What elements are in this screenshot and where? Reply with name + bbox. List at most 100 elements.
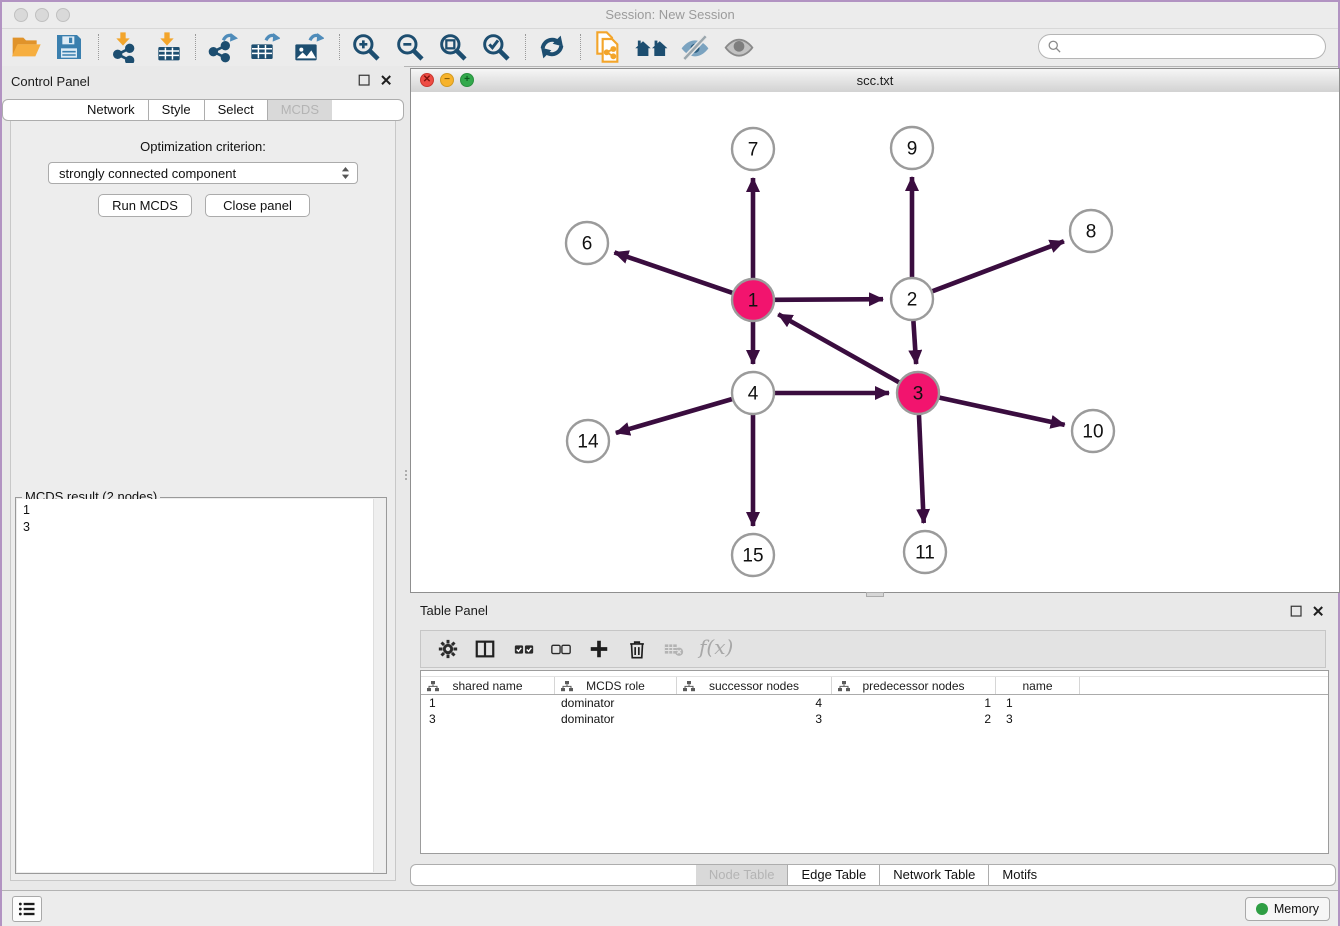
search-input[interactable]: [1067, 38, 1317, 55]
panel-splitter-handle[interactable]: [405, 468, 408, 482]
toolbar-separator: [339, 34, 340, 60]
graph-edge-2-8[interactable]: [933, 241, 1064, 291]
task-history-button[interactable]: [12, 896, 42, 922]
tree-hierarchy-icon: [427, 681, 439, 692]
graph-node-label: 9: [907, 139, 918, 160]
apply-layout-icon[interactable]: [536, 31, 568, 63]
show-panel-eye-icon[interactable]: [723, 31, 755, 63]
network-canvas[interactable]: 7 9 6 8 1 2 4 3 14 10 15 11: [411, 92, 1339, 592]
show-columns-icon[interactable]: [474, 638, 496, 660]
tab-edge-table[interactable]: Edge Table: [788, 865, 880, 885]
tab-select[interactable]: Select: [205, 100, 268, 120]
network-window-titlebar[interactable]: ✕ − + scc.txt: [411, 69, 1339, 93]
float-panel-icon[interactable]: [357, 73, 372, 88]
graph-node-7[interactable]: 7: [732, 128, 774, 170]
table-row-1[interactable]: 1dominator411: [421, 695, 1328, 711]
graph-edge-3-11[interactable]: [919, 415, 924, 523]
import-network-icon[interactable]: [109, 31, 141, 63]
criterion-value: strongly connected component: [59, 166, 340, 181]
tree-hierarchy-icon: [683, 681, 695, 692]
result-scrollbar[interactable]: [373, 499, 385, 872]
tree-hierarchy-icon: [561, 681, 573, 692]
table-row-2[interactable]: 3dominator323: [421, 711, 1328, 727]
close-panel-icon[interactable]: [379, 73, 394, 88]
float-table-panel-icon[interactable]: [1289, 604, 1304, 619]
tab-node-table[interactable]: Node Table: [696, 865, 789, 885]
deselect-all-rows-icon[interactable]: [550, 638, 572, 660]
graph-node-15[interactable]: 15: [732, 534, 774, 576]
open-network-file-icon[interactable]: [592, 31, 624, 63]
export-network-icon[interactable]: [206, 31, 238, 63]
table-cell[interactable]: 4: [677, 696, 832, 710]
table-cell[interactable]: dominator: [555, 696, 677, 710]
graph-node-10[interactable]: 10: [1072, 410, 1114, 452]
column-header-name[interactable]: name: [996, 677, 1080, 694]
select-all-rows-icon[interactable]: [513, 638, 535, 660]
memory-label: Memory: [1274, 902, 1319, 916]
memory-button[interactable]: Memory: [1245, 897, 1330, 921]
open-session-icon[interactable]: [10, 31, 42, 63]
tab-style[interactable]: Style: [149, 100, 205, 120]
import-table-icon[interactable]: [153, 31, 185, 63]
zoom-selected-icon[interactable]: [480, 31, 512, 63]
table-panel-tabs: Node TableEdge TableNetwork TableMotifs: [410, 864, 1336, 886]
criterion-select[interactable]: strongly connected component: [48, 162, 358, 184]
close-panel-button[interactable]: Close panel: [205, 194, 310, 217]
table-cell[interactable]: 3: [421, 712, 555, 726]
zoom-in-icon[interactable]: [350, 31, 382, 63]
tab-network[interactable]: Network: [74, 100, 149, 120]
table-cell[interactable]: 3: [996, 712, 1080, 726]
table-cell[interactable]: dominator: [555, 712, 677, 726]
delete-column-icon[interactable]: [626, 638, 648, 660]
graph-edge-1-2[interactable]: [775, 299, 883, 300]
graph-node-4[interactable]: 4: [732, 372, 774, 414]
network-graph[interactable]: 7 9 6 8 1 2 4 3 14 10 15 11: [411, 92, 1339, 592]
graph-node-label: 7: [748, 140, 759, 161]
graph-node-3[interactable]: 3: [897, 372, 939, 414]
search-icon: [1047, 39, 1062, 54]
search-box[interactable]: [1038, 34, 1326, 59]
column-header-MCDS-role[interactable]: MCDS role: [555, 677, 677, 694]
home-icon[interactable]: [634, 31, 670, 63]
table-cell[interactable]: 1: [996, 696, 1080, 710]
run-mcds-button[interactable]: Run MCDS: [98, 194, 192, 217]
add-column-icon[interactable]: [588, 638, 610, 660]
export-image-icon[interactable]: [292, 31, 324, 63]
table-toolbar: f(x): [420, 630, 1326, 668]
zoom-out-icon[interactable]: [394, 31, 426, 63]
graph-node-1[interactable]: 1: [732, 279, 774, 321]
graph-node-11[interactable]: 11: [904, 531, 946, 573]
function-builder-fx-icon: f(x): [699, 635, 733, 659]
graph-edge-1-6[interactable]: [614, 252, 732, 292]
node-table[interactable]: shared nameMCDS rolesuccessor nodesprede…: [420, 670, 1329, 854]
graph-node-14[interactable]: 14: [567, 420, 609, 462]
table-cell[interactable]: 1: [832, 696, 996, 710]
graph-edge-4-14[interactable]: [616, 399, 732, 433]
table-cell[interactable]: 1: [421, 696, 555, 710]
graph-node-2[interactable]: 2: [891, 278, 933, 320]
table-settings-gear-icon[interactable]: [437, 638, 459, 660]
table-cell[interactable]: 3: [677, 712, 832, 726]
tab-network-table[interactable]: Network Table: [880, 865, 989, 885]
table-cell[interactable]: 2: [832, 712, 996, 726]
column-header-shared-name[interactable]: shared name: [421, 677, 555, 694]
graph-edge-3-10[interactable]: [939, 398, 1064, 425]
column-header-predecessor-nodes[interactable]: predecessor nodes: [832, 677, 996, 694]
graph-node-6[interactable]: 6: [566, 222, 608, 264]
graph-node-9[interactable]: 9: [891, 127, 933, 169]
mcds-result-text[interactable]: 1 3: [17, 499, 385, 872]
graph-edge-3-1[interactable]: [778, 314, 899, 382]
export-table-icon[interactable]: [248, 31, 280, 63]
tab-mcds[interactable]: MCDS: [268, 100, 332, 120]
graph-node-8[interactable]: 8: [1070, 210, 1112, 252]
tab-motifs[interactable]: Motifs: [989, 865, 1050, 885]
graph-edge-2-3[interactable]: [913, 321, 916, 364]
zoom-fit-icon[interactable]: [437, 31, 469, 63]
delete-table-icon: [663, 638, 685, 660]
table-panel: Table Panel: [410, 597, 1336, 890]
column-header-successor-nodes[interactable]: successor nodes: [677, 677, 832, 694]
graph-node-label: 3: [913, 384, 924, 405]
hide-panel-icon[interactable]: [679, 31, 711, 63]
save-session-icon[interactable]: [53, 31, 85, 63]
close-table-panel-icon[interactable]: [1311, 604, 1326, 619]
